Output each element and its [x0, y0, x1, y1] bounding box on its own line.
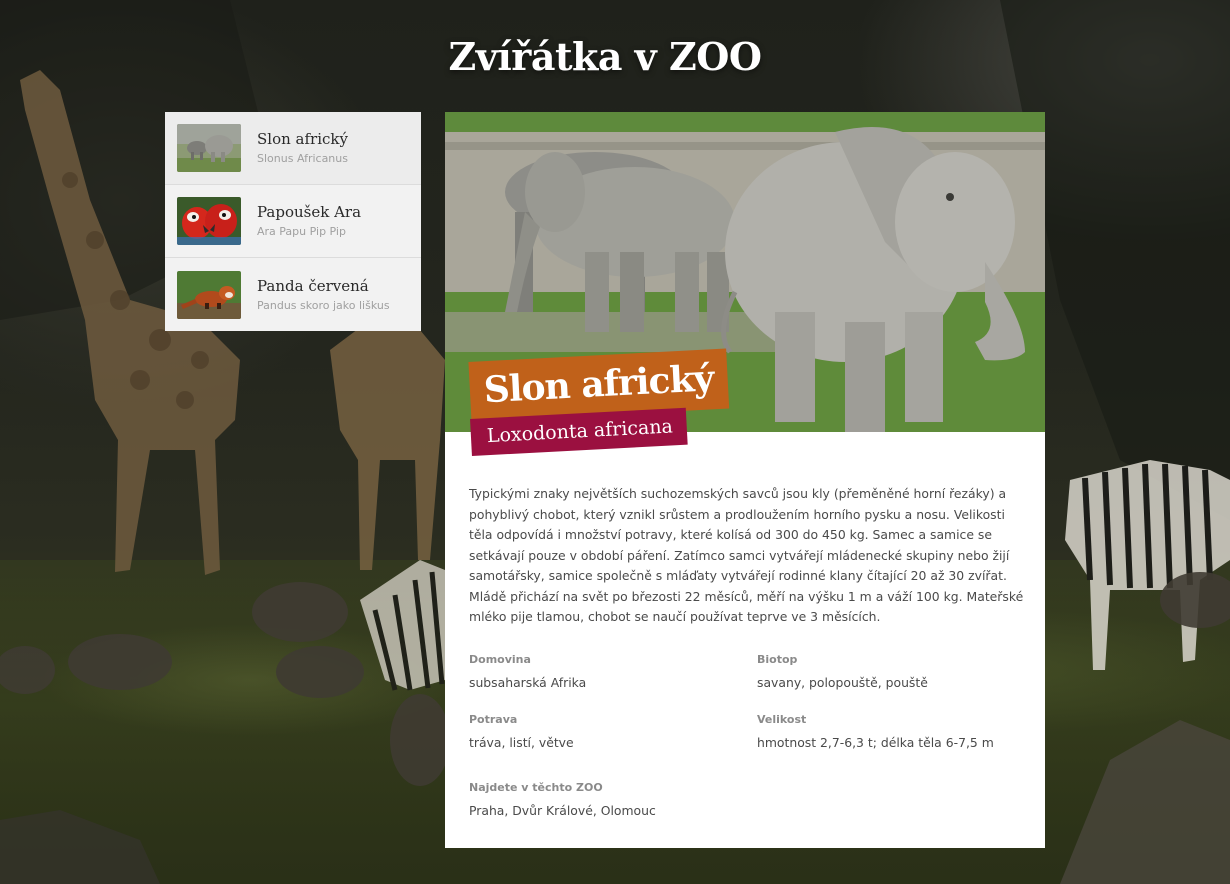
parrot-thumbnail-icon: [177, 197, 241, 245]
fact-value: tráva, listí, větve: [469, 735, 574, 750]
fact-label: Velikost: [757, 713, 807, 726]
animal-detail-card: Slon africký Loxodonta africana Typickým…: [445, 112, 1045, 848]
animal-list: Slon africký Slonus Africanus Papoušek A…: [165, 112, 421, 331]
red-panda-thumbnail-icon: [177, 270, 241, 319]
fact-zoo: Najdete v těchto ZOO Praha, Dvůr Králové…: [469, 780, 656, 820]
list-item-panda[interactable]: Panda červená Pandus skoro jako liškus: [165, 258, 421, 331]
fact-label: Domovina: [469, 653, 531, 666]
page-title: Zvířátka v ZOO: [448, 34, 762, 79]
fact-potrava: Potrava tráva, listí, větve: [469, 712, 574, 752]
fact-domovina: Domovina subsaharská Afrika: [469, 652, 586, 692]
list-item-latin: Pandus skoro jako liškus: [257, 298, 390, 312]
fact-value: Praha, Dvůr Králové, Olomouc: [469, 803, 656, 818]
animal-description: Typickými znaky největších suchozemských…: [469, 486, 1024, 624]
fact-label: Biotop: [757, 653, 798, 666]
list-item-name: Panda červená: [257, 276, 369, 295]
elephant-thumbnail-icon: [177, 124, 241, 172]
list-item-latin: Ara Papu Pip Pip: [257, 225, 346, 238]
list-item-name: Slon africký: [257, 130, 348, 148]
list-item-slon[interactable]: Slon africký Slonus Africanus: [165, 112, 421, 185]
fact-value: savany, polopouště, pouště: [757, 675, 928, 690]
list-item-name: Papoušek Ara: [257, 203, 362, 221]
list-item-papousek[interactable]: Papoušek Ara Ara Papu Pip Pip: [165, 185, 421, 258]
fact-value: subsaharská Afrika: [469, 675, 587, 690]
fact-label: Potrava: [469, 713, 518, 726]
fact-label: Najdete v těchto ZOO: [469, 781, 603, 794]
fact-biotop: Biotop savany, polopouště, pouště: [757, 652, 928, 692]
fact-velikost: Velikost hmotnost 2,7-6,3 t; délka těla …: [757, 712, 994, 752]
list-item-latin: Slonus Africanus: [257, 152, 348, 165]
fact-value: hmotnost 2,7-6,3 t; délka těla 6-7,5 m: [757, 735, 994, 750]
